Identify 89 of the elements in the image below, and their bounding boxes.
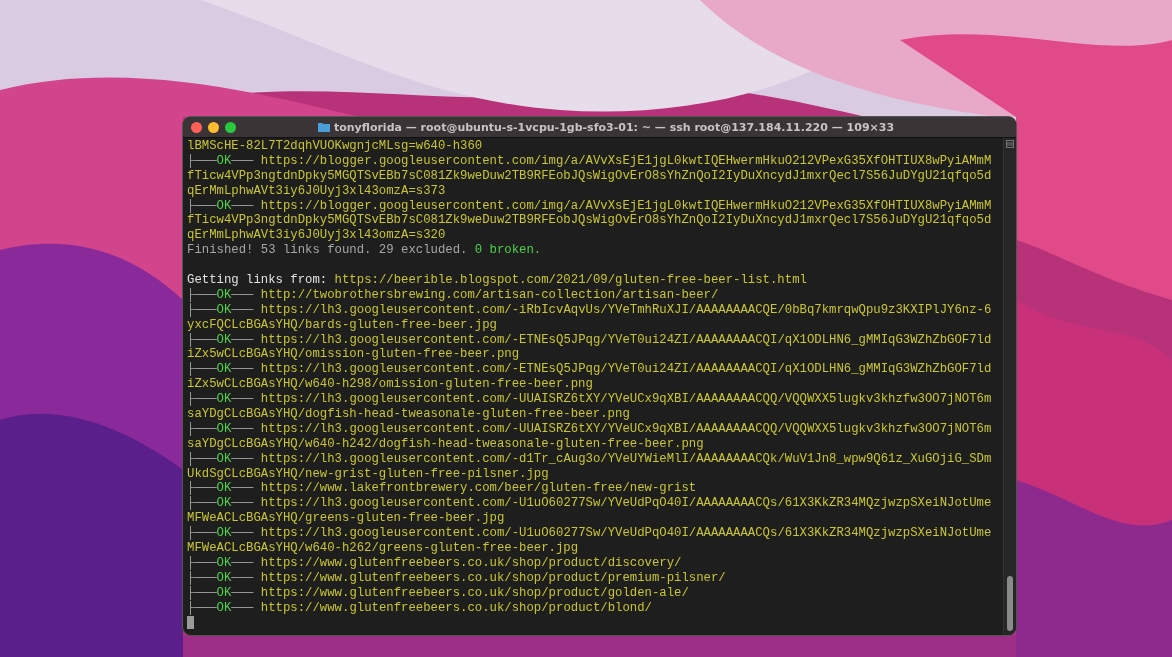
status-text: OK — [216, 555, 232, 570]
window-title: tonyflorida — root@ubuntu-s-1vcpu-1gb-sfo3-01: ~ — ssh root@137.184.11.220 — 109×33 — [333, 120, 895, 134]
terminal-line: yxcFQCLcBGAsYHQ/bards-gluten-free-beer.jpg — [187, 317, 498, 333]
status-text: OK — [216, 302, 232, 317]
url-text: https://lh3.googleusercontent.com/-iRbIcvAqvUs/YVeTmhRuXJI/AAAAAAAACQE/0bBq7kmrqwQpu9z3KXIPlJY6nz-6 — [260, 302, 992, 317]
url-text: https://lh3.googleusercontent.com/-d1Tr_cAug3o/YVeUYWieMlI/AAAAAAAACQk/WuV1Jn8_wpw9Q61z_XuGOjiG_SDm — [260, 451, 992, 466]
status-text: OK — [216, 421, 232, 436]
tree-line: ─── — [231, 481, 254, 496]
tree-line: ─── — [231, 362, 254, 377]
tree-branch: ├─── — [187, 392, 217, 407]
scrollbar[interactable] — [1003, 138, 1016, 635]
url-text: https://lh3.googleusercontent.com/-ETNEsQ5JPqg/YVeT0ui24ZI/AAAAAAAACQI/qX1ODLHN6_gMMIqG3WZhZbGOF7ld — [260, 332, 992, 347]
zoom-button[interactable] — [225, 121, 236, 133]
url-text: https://beerible.blogspot.com/2021/09/gluten-free-beer-list.html — [334, 273, 807, 287]
tree-branch: ├─── — [187, 526, 217, 541]
header-label: Getting links from: — [187, 273, 328, 287]
tree-line: ─── — [231, 332, 254, 347]
tree-line: ─── — [231, 153, 254, 168]
url-text: https://www.glutenfreebeers.co.uk/shop/product/blond/ — [260, 600, 652, 615]
url-text: https://www.glutenfreebeers.co.uk/shop/product/discovery/ — [260, 555, 682, 570]
url-text: https://blogger.googleusercontent.com/img/a/AVvXsEjE1jgL0kwtIQEHwermHkuO212VPexG35XfOHTIUX8wPyiAMmM — [260, 153, 992, 168]
tree-branch: ├─── — [187, 600, 217, 615]
broken-count: 0 broken. — [474, 243, 542, 258]
tree-branch: ├─── — [187, 555, 217, 570]
status-text: OK — [216, 526, 232, 541]
tree-branch: ├─── — [187, 421, 217, 436]
status-text: OK — [216, 570, 232, 585]
tree-line: ─── — [231, 570, 254, 585]
url-text: http://twobrothersbrewing.com/artisan-collection/artisan-beer/ — [260, 287, 719, 302]
url-text: https://lh3.googleusercontent.com/-U1uO60277Sw/YVeUdPqO40I/AAAAAAAACQs/61X3KkZR34MQzjwzpSXeiNJotUme — [260, 496, 992, 511]
tree-branch: ├─── — [187, 362, 217, 377]
tree-line: ─── — [231, 287, 254, 302]
url-text: https://www.glutenfreebeers.co.uk/shop/product/premium-pilsner/ — [260, 570, 726, 585]
url-text: https://www.glutenfreebeers.co.uk/shop/product/golden-ale/ — [260, 585, 689, 600]
terminal-line: fTicw4VPp3ngtdnDpky5MGQTSvEBb7sC081Zk9weDuw2TB9RFEobJQsWigOvErO8sYhZnQoI2IyDuXncydJ1mxrQecl7S56JuDYgU21qfqo5d — [187, 213, 993, 229]
status-text: OK — [216, 481, 232, 496]
terminal-line: qErMmLphwAVt3iy6J0Uyj3xl43omzA=s320 — [187, 228, 447, 244]
status-text: OK — [216, 287, 232, 302]
url-text: https://blogger.googleusercontent.com/img/a/AVvXsEjE1jgL0kwtIQEHwermHkuO212VPexG35XfOHTIUX8wPyiAMmM — [260, 198, 992, 213]
tree-branch: ├─── — [187, 153, 217, 168]
terminal-line: MFWeACLcBGAsYHQ/greens-gluten-free-beer.jpg — [187, 511, 506, 526]
summary-text: Finished! 53 links found. 29 excluded. — [187, 243, 468, 258]
tree-line: ─── — [231, 585, 254, 600]
tree-branch: ├─── — [187, 570, 217, 585]
tree-branch: ├─── — [187, 496, 217, 511]
status-text: OK — [216, 585, 232, 600]
status-text: OK — [216, 153, 232, 168]
minimize-button[interactable] — [208, 121, 219, 133]
split-icon[interactable] — [1006, 140, 1014, 148]
tree-line: ─── — [231, 198, 254, 213]
url-text: https://lh3.googleusercontent.com/-U1uO60277Sw/YVeUdPqO40I/AAAAAAAACQs/61X3KkZR34MQzjwzpSXeiNJotUme — [260, 526, 992, 541]
close-button[interactable] — [191, 121, 202, 133]
tree-branch: ├─── — [187, 198, 217, 213]
tree-line: ─── — [231, 496, 254, 511]
tree-branch: ├─── — [187, 302, 217, 317]
tree-branch: ├─── — [187, 332, 217, 347]
tree-branch: ├─── — [187, 451, 217, 466]
terminal-line: MFWeACLcBGAsYHQ/w640-h262/greens-gluten-free-beer.jpg — [187, 541, 580, 556]
tree-line: ─── — [231, 555, 254, 570]
url-text: https://lh3.googleusercontent.com/-UUAISRZ6tXY/YVeUCx9qXBI/AAAAAAAACQQ/VQQWXX5lugkv3khzfw3OO7jNOT6m — [260, 392, 992, 407]
tree-line: ─── — [231, 421, 254, 436]
tree-branch: ├─── — [187, 287, 217, 302]
terminal-line: iZx5wCLcBGAsYHQ/omission-gluten-free-beer.png — [187, 347, 521, 362]
tree-branch: ├─── — [187, 481, 217, 496]
terminal-line: fTicw4VPp3ngtdnDpky5MGQTSvEBb7sC081Zk9weDuw2TB9RFEobJQsWigOvErO8sYhZnQoI2IyDuXncydJ1mxrQecl7S56JuDYgU21qfqo5d — [187, 168, 993, 184]
tree-line: ─── — [231, 302, 254, 317]
url-text: https://lh3.googleusercontent.com/-ETNEsQ5JPqg/YVeT0ui24ZI/AAAAAAAACQI/qX1ODLHN6_gMMIqG3WZhZbGOF7ld — [260, 362, 992, 377]
tree-branch: ├─── — [187, 585, 217, 600]
status-text: OK — [216, 392, 232, 407]
tree-line: ─── — [231, 600, 254, 615]
tree-line: ─── — [231, 526, 254, 541]
terminal-line: qErMmLphwAVt3iy6J0Uyj3xl43omzA=s373 — [187, 183, 447, 199]
status-text: OK — [216, 600, 232, 615]
terminal-line: lBMScHE-82L7T2dqhVUOKwgnjcMLsg=w640-h360 — [187, 139, 484, 154]
terminal-line: UkdSgCLcBGAsYHQ/new-grist-gluten-free-pilsner.jpg — [187, 466, 550, 481]
terminal-line: iZx5wCLcBGAsYHQ/w640-h298/omission-gluten-free-beer.png — [187, 377, 594, 392]
status-text: OK — [216, 451, 232, 466]
status-text: OK — [216, 496, 232, 511]
url-text: https://www.lakefrontbrewery.com/beer/gluten-free/new-grist — [260, 481, 697, 496]
tree-line: ─── — [231, 451, 254, 466]
tree-line: ─── — [231, 392, 254, 407]
folder-icon — [317, 122, 330, 132]
cursor — [187, 615, 194, 629]
terminal-line: saYDgCLcBGAsYHQ/w640-h242/dogfish-head-tweasonale-gluten-free-beer.png — [187, 436, 705, 452]
terminal-line: saYDgCLcBGAsYHQ/dogfish-head-tweasonale-gluten-free-beer.png — [187, 407, 631, 422]
url-text: https://lh3.googleusercontent.com/-UUAISRZ6tXY/YVeUCx9qXBI/AAAAAAAACQQ/VQQWXX5lugkv3khzfw3OO7jNOT6m — [260, 421, 992, 436]
status-text: OK — [216, 198, 232, 213]
status-text: OK — [216, 332, 232, 347]
status-text: OK — [216, 362, 232, 377]
